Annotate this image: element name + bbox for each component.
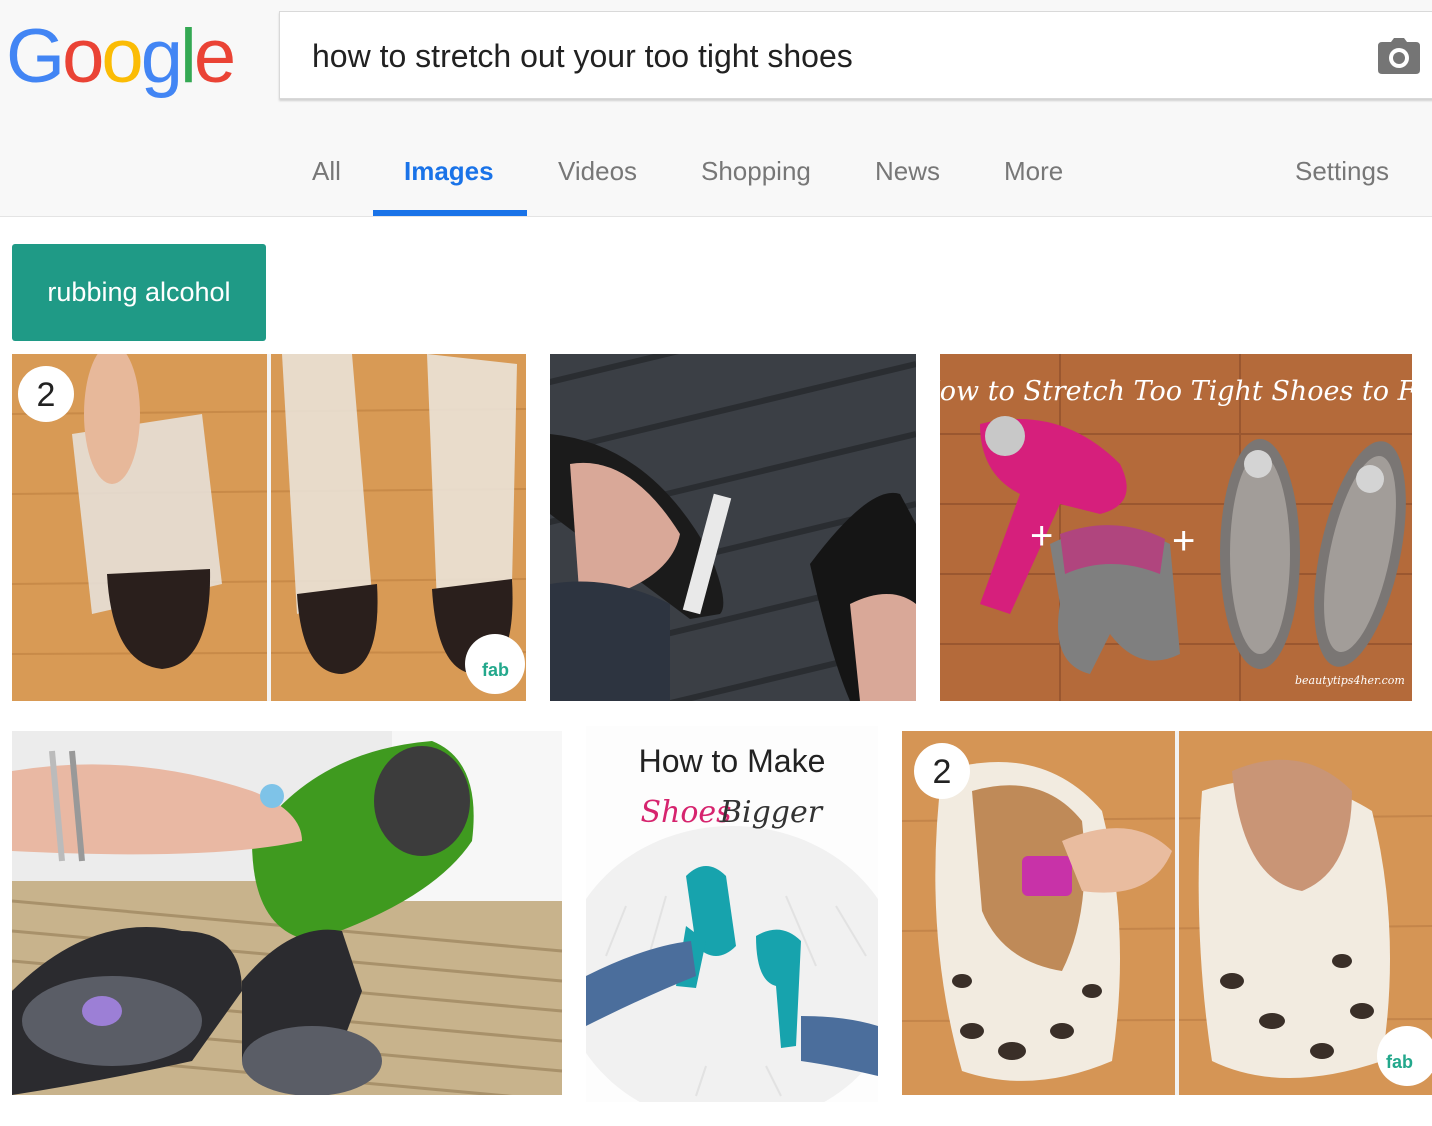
image-title: How to Stretch Too Tight Shoes to Fit — [940, 376, 1412, 407]
search-box — [279, 11, 1432, 99]
tab-images[interactable]: Images — [404, 156, 494, 187]
related-search-chip[interactable]: rubbing alcohol — [12, 244, 266, 341]
logo-letter: o — [62, 14, 104, 99]
logo-letter: G — [6, 14, 65, 99]
image-result[interactable]: 2 fab — [902, 731, 1432, 1095]
image-result[interactable]: 2 fab — [12, 354, 526, 701]
logo-letter: e — [193, 14, 236, 99]
image-result[interactable]: How to Make Shoes Bigger — [586, 726, 878, 1102]
image-result[interactable] — [550, 354, 916, 701]
settings-link[interactable]: Settings — [1295, 156, 1389, 187]
google-logo[interactable]: Google — [6, 12, 236, 102]
tab-shopping[interactable]: Shopping — [701, 156, 811, 187]
search-tabs: All Images Videos Shopping News More Set… — [0, 128, 1432, 216]
svg-text:+: + — [1030, 514, 1053, 558]
step-badge: 2 — [933, 753, 952, 791]
step-badge: 2 — [37, 376, 56, 414]
watermark-text: fab — [482, 660, 509, 680]
image-title-word-bigger: Bigger — [719, 795, 824, 830]
active-tab-indicator — [373, 210, 527, 216]
tab-news[interactable]: News — [875, 156, 940, 187]
logo-letter: g — [140, 14, 183, 99]
svg-text:+: + — [1172, 519, 1195, 563]
logo-letter: l — [179, 14, 197, 99]
image-result[interactable]: + + How to Stretch Too Tight Shoes to Fi… — [940, 354, 1412, 701]
watermark-text: fab — [1386, 1052, 1413, 1072]
tab-more[interactable]: More — [1004, 156, 1063, 187]
tab-all[interactable]: All — [312, 156, 341, 187]
camera-icon[interactable] — [1378, 38, 1420, 74]
header: Google All Images Videos Shopping News M… — [0, 0, 1432, 217]
logo-letter: o — [101, 14, 143, 99]
image-result[interactable] — [12, 731, 562, 1095]
image-title-word-shoes: Shoes — [640, 795, 731, 830]
image-credit: beautytips4her.com — [1295, 674, 1405, 687]
search-input[interactable] — [312, 36, 1352, 76]
image-title-line1: How to Make — [639, 743, 826, 779]
tab-videos[interactable]: Videos — [558, 156, 637, 187]
